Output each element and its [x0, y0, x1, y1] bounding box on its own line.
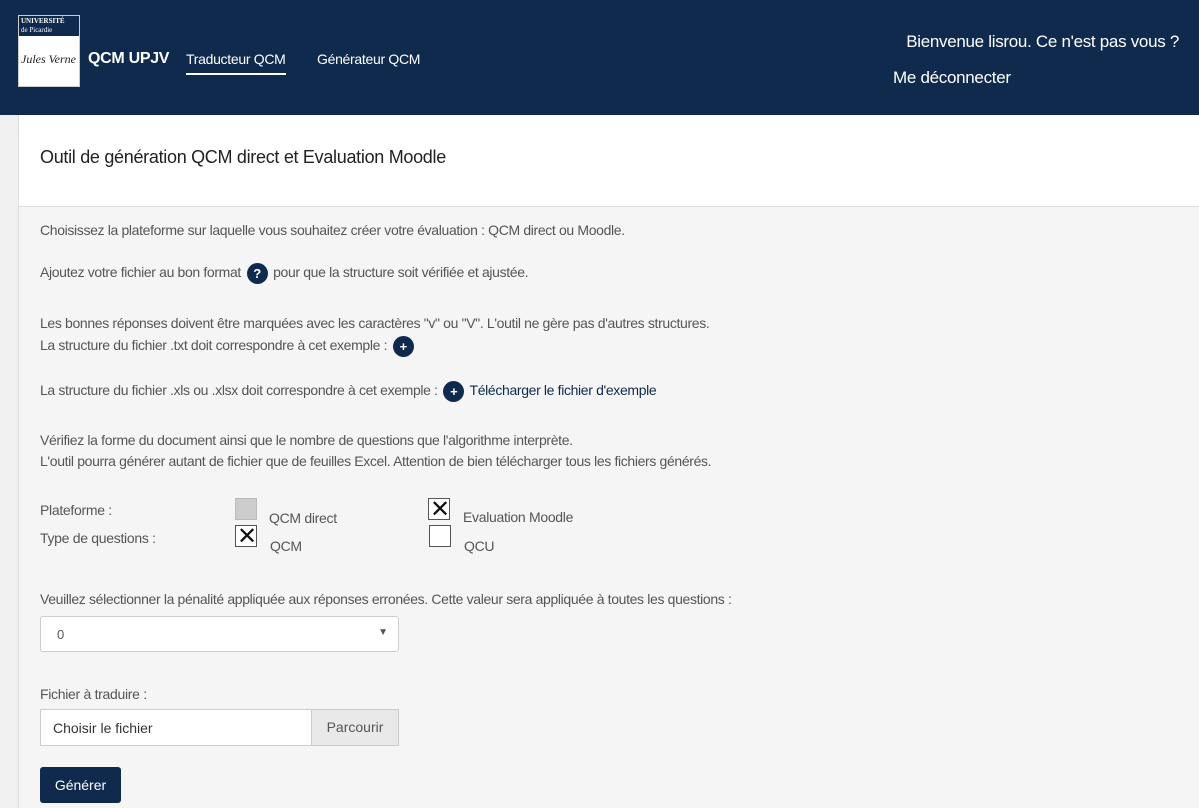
qcm-direct-label: QCM direct — [269, 510, 337, 526]
format-text-before: Ajoutez votre fichier au bon format — [40, 264, 241, 281]
xls-example-plus-icon[interactable]: + — [443, 381, 465, 402]
txt-example-plus-icon[interactable]: + — [392, 336, 414, 357]
main-panel: Outil de génération QCM direct et Evalua… — [18, 115, 1199, 808]
nav-traducteur-qcm[interactable]: Traducteur QCM — [186, 51, 286, 75]
logo-top-line: UNIVERSITÉ — [21, 17, 65, 25]
qcu-label: QCU — [464, 538, 495, 554]
penalty-select[interactable]: 0 ▼ — [40, 616, 399, 652]
verify-text: Vérifiez la forme du document ainsi que … — [40, 432, 573, 448]
file-placeholder: Choisir le fichier — [53, 720, 153, 736]
qcm-checkbox[interactable]: ✕ — [235, 522, 258, 550]
txt-structure-text: La structure du fichier .txt doit corres… — [40, 336, 416, 357]
brand-title[interactable]: QCM UPJV — [88, 50, 169, 68]
qcm-label: QCM — [270, 538, 302, 554]
help-icon[interactable]: ? — [246, 263, 268, 284]
intro-text: Choisissez la plateforme sur laquelle vo… — [40, 222, 625, 238]
qcu-checkbox[interactable] — [429, 525, 451, 547]
panel-header: Outil de génération QCM direct et Evalua… — [19, 115, 1199, 207]
university-logo[interactable]: UNIVERSITÉ de Picardie Jules Verne — [18, 15, 80, 87]
platform-label: Plateforme : — [40, 502, 112, 518]
file-input[interactable]: Choisir le fichier Parcourir — [40, 709, 399, 746]
generate-button[interactable]: Générer — [40, 767, 121, 803]
browse-button[interactable]: Parcourir — [311, 710, 398, 745]
logo-sub-line: de Picardie — [21, 26, 53, 34]
penalty-label: Veuillez sélectionner la pénalité appliq… — [40, 591, 732, 607]
download-example-link[interactable]: Télécharger le fichier d'exemple — [470, 382, 657, 398]
page-title: Outil de génération QCM direct et Evalua… — [40, 147, 446, 167]
file-label: Fichier à traduire : — [40, 686, 147, 702]
logout-link[interactable]: Me déconnecter — [893, 68, 1011, 88]
check-mark-icon: ✕ — [429, 495, 451, 523]
answers-text: Les bonnes réponses doivent être marquée… — [40, 315, 710, 331]
txt-structure-label: La structure du fichier .txt doit corres… — [40, 337, 388, 354]
generate-info-text: L'outil pourra générer autant de fichier… — [40, 453, 712, 469]
logo-banner: UNIVERSITÉ de Picardie — [19, 16, 79, 36]
format-text: Ajoutez votre fichier au bon format ? po… — [40, 263, 529, 284]
nav-generateur-qcm[interactable]: Générateur QCM — [317, 51, 420, 67]
evaluation-moodle-label: Evaluation Moodle — [463, 509, 574, 525]
top-navbar: UNIVERSITÉ de Picardie Jules Verne QCM U… — [0, 0, 1199, 115]
qcm-direct-checkbox[interactable] — [235, 498, 257, 520]
xls-structure-text: La structure du fichier .xls ou .xlsx do… — [40, 381, 657, 402]
evaluation-moodle-checkbox[interactable]: ✕ — [428, 495, 451, 523]
question-type-label: Type de questions : — [40, 530, 156, 546]
caret-down-icon: ▼ — [378, 627, 388, 638]
welcome-message[interactable]: Bienvenue lisrou. Ce n'est pas vous ? — [906, 32, 1179, 52]
penalty-selected-value: 0 — [57, 627, 65, 642]
xls-structure-label: La structure du fichier .xls ou .xlsx do… — [40, 382, 438, 399]
logo-signature: Jules Verne — [21, 52, 76, 66]
check-mark-icon: ✕ — [236, 522, 258, 550]
format-text-after: pour que la structure soit vérifiée et a… — [273, 264, 529, 281]
